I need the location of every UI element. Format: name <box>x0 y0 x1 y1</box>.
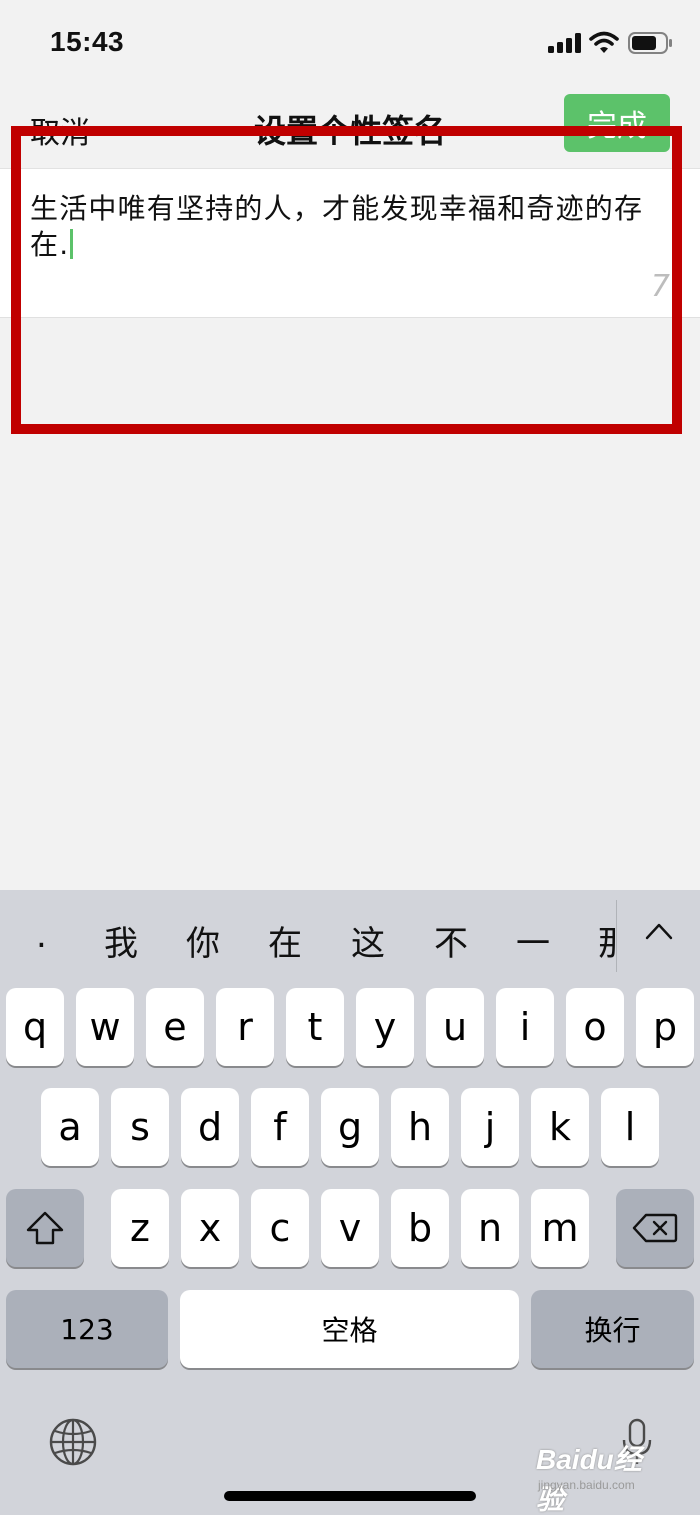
space-key[interactable]: 空格 <box>180 1290 519 1368</box>
key-v[interactable]: v <box>321 1189 379 1267</box>
backspace-key[interactable] <box>616 1189 694 1267</box>
candidate-bar: . 我 你 在 这 不 一 那 <box>0 890 700 984</box>
chevron-up-icon[interactable] <box>644 920 674 942</box>
candidate-6[interactable]: 一 <box>516 916 550 965</box>
key-z[interactable]: z <box>111 1189 169 1267</box>
signature-editor[interactable]: 生活中唯有坚持的人，才能发现幸福和奇迹的存在. 7 <box>0 168 700 318</box>
key-g[interactable]: g <box>321 1088 379 1166</box>
battery-icon <box>628 32 672 54</box>
candidate-3[interactable]: 在 <box>268 916 302 965</box>
key-q[interactable]: q <box>6 988 64 1066</box>
wifi-icon <box>589 31 619 53</box>
key-j[interactable]: j <box>461 1088 519 1166</box>
signature-text-field[interactable]: 生活中唯有坚持的人，才能发现幸福和奇迹的存在. <box>30 191 680 263</box>
key-s[interactable]: s <box>111 1088 169 1166</box>
signal-icon <box>548 33 582 53</box>
status-time: 15:43 <box>50 26 125 57</box>
candidate-7-clip: 那 <box>598 890 616 984</box>
key-x[interactable]: x <box>181 1189 239 1267</box>
key-a[interactable]: a <box>41 1088 99 1166</box>
key-d[interactable]: d <box>181 1088 239 1166</box>
key-w[interactable]: w <box>76 988 134 1066</box>
key-k[interactable]: k <box>531 1088 589 1166</box>
candidate-0[interactable]: . <box>36 916 47 956</box>
key-y[interactable]: y <box>356 988 414 1066</box>
watermark-url: jingyan.baidu.com <box>538 1478 635 1492</box>
text-cursor <box>70 229 74 259</box>
key-t[interactable]: t <box>286 988 344 1066</box>
candidate-5[interactable]: 不 <box>434 916 468 965</box>
candidate-7[interactable]: 那 <box>598 916 616 965</box>
key-b[interactable]: b <box>391 1189 449 1267</box>
globe-icon[interactable] <box>48 1417 98 1467</box>
shift-icon <box>26 1211 64 1245</box>
nav-bar: 取消 设置个性签名 完成 <box>0 88 700 168</box>
watermark-brand: Baidu经验 <box>536 1444 642 1515</box>
key-e[interactable]: e <box>146 988 204 1066</box>
done-button[interactable]: 完成 <box>564 94 670 152</box>
baidu-watermark: Baidu经验 jingyan.baidu.com <box>536 1438 666 1515</box>
shift-key[interactable] <box>6 1189 84 1267</box>
numbers-key[interactable]: 123 <box>6 1290 168 1368</box>
candidate-2[interactable]: 你 <box>186 916 220 965</box>
status-bar: 15:43 <box>0 0 700 88</box>
return-key[interactable]: 换行 <box>531 1290 694 1368</box>
key-h[interactable]: h <box>391 1088 449 1166</box>
candidate-divider <box>616 900 617 972</box>
key-p[interactable]: p <box>636 988 694 1066</box>
key-c[interactable]: c <box>251 1189 309 1267</box>
key-r[interactable]: r <box>216 988 274 1066</box>
backspace-icon <box>632 1213 678 1243</box>
remaining-char-count: 7 <box>650 269 670 304</box>
key-u[interactable]: u <box>426 988 484 1066</box>
key-m[interactable]: m <box>531 1189 589 1267</box>
home-indicator <box>224 1491 476 1501</box>
candidate-1[interactable]: 我 <box>104 916 138 965</box>
signature-text: 生活中唯有坚持的人，才能发现幸福和奇迹的存在. <box>30 192 644 261</box>
key-f[interactable]: f <box>251 1088 309 1166</box>
candidate-4[interactable]: 这 <box>351 916 385 965</box>
key-l[interactable]: l <box>601 1088 659 1166</box>
key-i[interactable]: i <box>496 988 554 1066</box>
key-n[interactable]: n <box>461 1189 519 1267</box>
key-o[interactable]: o <box>566 988 624 1066</box>
